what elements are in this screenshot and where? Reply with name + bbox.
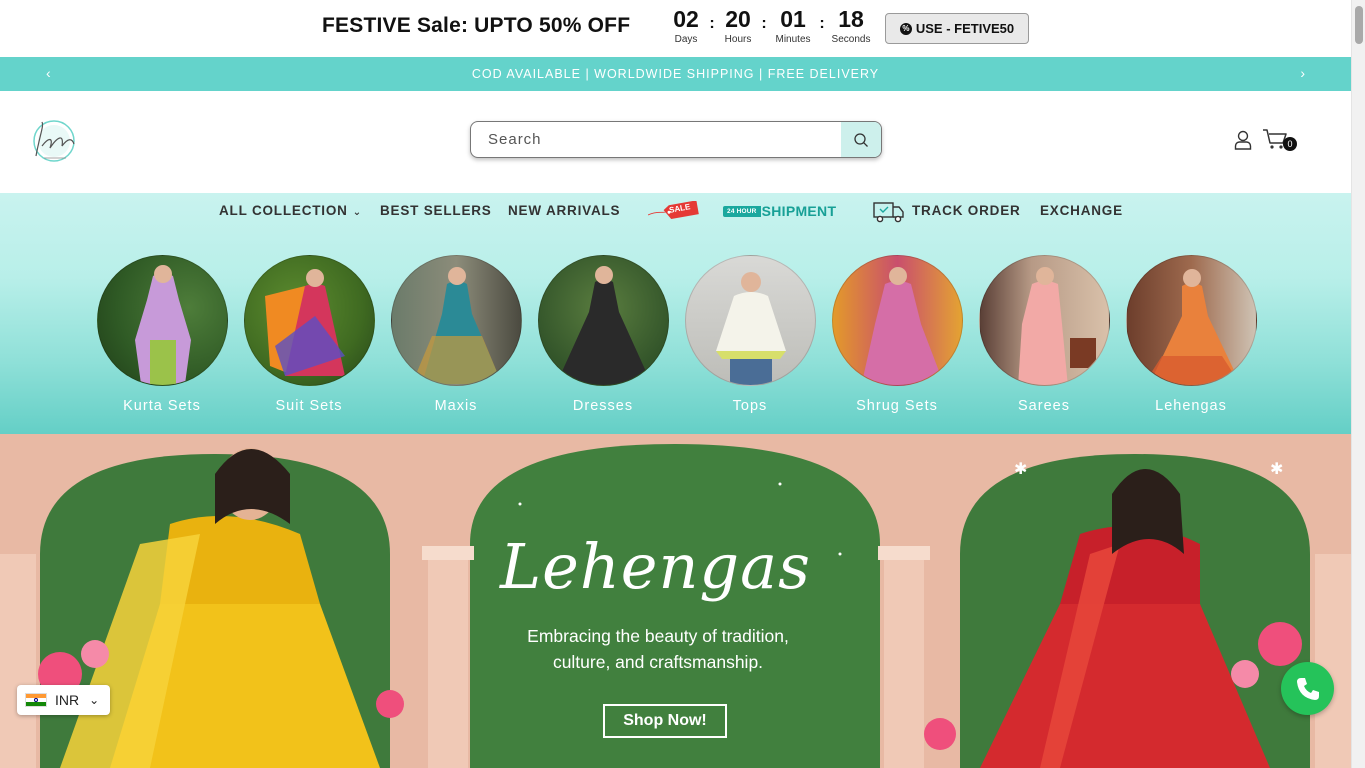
coupon-button[interactable]: % USE - FETIVE50 (885, 13, 1029, 44)
nav-best-sellers[interactable]: BEST SELLERS (380, 203, 492, 218)
category-maxis[interactable]: Maxis (390, 255, 522, 414)
nav-exchange[interactable]: EXCHANGE (1040, 203, 1123, 218)
site-header: 0 (0, 91, 1351, 193)
hero-title: Lehengas (500, 530, 811, 603)
category-label: Suit Sets (275, 398, 343, 414)
search-bar (470, 121, 882, 158)
main-nav: ALL COLLECTION ⌄ BEST SELLERS NEW ARRIVAL… (0, 193, 1351, 229)
category-suit-sets[interactable]: Suit Sets (243, 255, 375, 414)
category-label: Dresses (572, 398, 634, 414)
countdown-separator: : (761, 15, 767, 32)
menu-and-categories: ALL COLLECTION ⌄ BEST SELLERS NEW ARRIVAL… (0, 193, 1351, 434)
category-label: Tops (732, 398, 768, 414)
nav-all-collection[interactable]: ALL COLLECTION ⌄ (219, 203, 362, 218)
category-label: Shrug Sets (856, 398, 938, 414)
category-image (978, 255, 1110, 386)
currency-selector[interactable]: INR ⌄ (17, 685, 110, 715)
promo-bar: FESTIVE Sale: UPTO 50% OFF 02 Days : 20 … (0, 0, 1351, 57)
hero-subtitle: Embracing the beauty of tradition, cultu… (508, 623, 808, 675)
category-image (96, 255, 228, 386)
currency-code: INR (55, 692, 80, 708)
india-flag-icon (25, 693, 47, 707)
promo-title: FESTIVE Sale: UPTO 50% OFF (322, 14, 631, 37)
announcement-next-icon[interactable]: › (1300, 65, 1305, 81)
nav-24-hour-shipment[interactable]: 24 HOUR SHIPMENT (723, 201, 836, 221)
announcement-bar: ‹ COD AVAILABLE | WORLDWIDE SHIPPING | F… (0, 57, 1351, 91)
hero-banner: ✱ ✱ Lehengas Embracing the beauty of tra… (0, 434, 1351, 768)
countdown-seconds-label: Seconds (831, 34, 871, 45)
countdown-days: 02 Days (666, 5, 706, 45)
countdown-minutes-value: 01 (780, 6, 806, 32)
countdown-hours: 20 Hours (718, 5, 758, 45)
nav-sale[interactable]: SALE (647, 200, 700, 221)
hero-subtitle-line2: culture, and craftsmanship. (552, 652, 764, 672)
search-input[interactable] (471, 122, 843, 157)
shop-now-button[interactable]: Shop Now! (603, 704, 727, 738)
countdown-seconds: 18 Seconds (828, 5, 874, 45)
discount-badge-icon: % (899, 22, 912, 35)
brand-logo[interactable] (20, 116, 82, 166)
svg-text:✱: ✱ (1270, 461, 1283, 478)
category-image (390, 255, 522, 386)
page-scrollbar[interactable] (1351, 0, 1365, 768)
svg-text:✱: ✱ (1014, 461, 1027, 478)
cart-button[interactable]: 0 (1262, 128, 1300, 156)
cart-count-badge: 0 (1283, 137, 1297, 151)
track-order-truck-icon (872, 199, 906, 225)
category-kurta-sets[interactable]: Kurta Sets (96, 255, 228, 414)
nav-track-order[interactable]: TRACK ORDER (912, 203, 1021, 218)
countdown-timer: 02 Days : 20 Hours : 01 Minutes : 18 Sec… (666, 5, 874, 45)
countdown-minutes-label: Minutes (775, 34, 811, 45)
category-sarees[interactable]: Sarees (978, 255, 1110, 414)
countdown-days-value: 02 (673, 6, 699, 32)
nav-all-collection-label: ALL COLLECTION (219, 203, 348, 218)
category-label: Maxis (434, 398, 478, 414)
category-image (1125, 255, 1257, 386)
chevron-down-icon: ⌄ (352, 207, 362, 218)
category-label: Lehengas (1155, 398, 1227, 414)
countdown-hours-value: 20 (725, 6, 751, 32)
hero-subtitle-line1: Embracing the beauty of tradition, (527, 626, 789, 646)
coupon-label: USE - FETIVE50 (915, 21, 1015, 36)
scrollbar-thumb[interactable] (1355, 6, 1363, 44)
countdown-days-label: Days (674, 34, 698, 45)
search-icon (854, 132, 868, 147)
category-image (684, 255, 816, 386)
countdown-separator: : (709, 15, 715, 32)
shipment-badge: 24 HOUR (723, 205, 761, 217)
chevron-down-icon: ⌄ (89, 693, 100, 707)
announcement-text: COD AVAILABLE | WORLDWIDE SHIPPING | FRE… (471, 67, 880, 81)
countdown-seconds-value: 18 (838, 6, 864, 32)
category-lehengas[interactable]: Lehengas (1125, 255, 1257, 414)
category-image (243, 255, 375, 386)
countdown-separator: : (819, 15, 825, 32)
category-dresses[interactable]: Dresses (537, 255, 669, 414)
category-shrug-sets[interactable]: Shrug Sets (831, 255, 963, 414)
page: FESTIVE Sale: UPTO 50% OFF 02 Days : 20 … (0, 0, 1365, 768)
phone-icon (1296, 677, 1319, 700)
brand-logo-mark (33, 120, 75, 162)
nav-new-arrivals[interactable]: NEW ARRIVALS (508, 203, 620, 218)
whatsapp-button[interactable] (1281, 662, 1334, 715)
countdown-hours-label: Hours (724, 34, 752, 45)
countdown-minutes: 01 Minutes (770, 5, 816, 45)
category-image (831, 255, 963, 386)
category-image (537, 255, 669, 386)
category-label: Kurta Sets (123, 398, 201, 414)
category-label: Sarees (1018, 398, 1070, 414)
announcement-prev-icon[interactable]: ‹ (46, 65, 51, 81)
search-button[interactable] (841, 122, 881, 157)
account-button[interactable] (1233, 129, 1253, 151)
account-icon (1234, 130, 1252, 150)
shipment-label: SHIPMENT (761, 203, 837, 219)
category-tops[interactable]: Tops (684, 255, 816, 414)
